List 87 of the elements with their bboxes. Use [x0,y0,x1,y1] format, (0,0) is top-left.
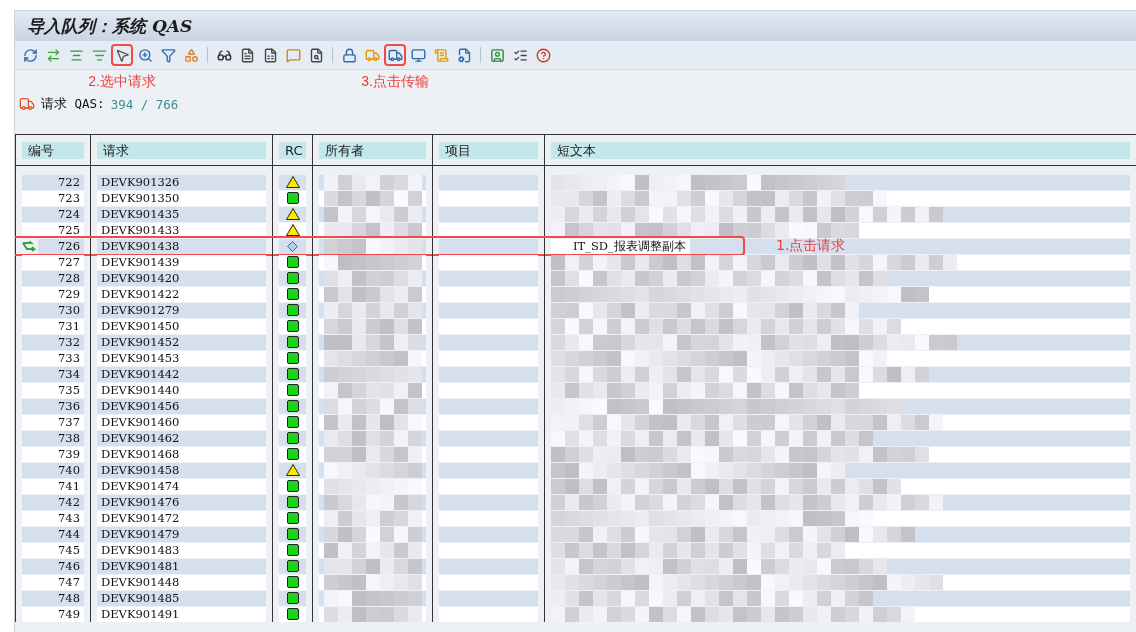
request-cell[interactable]: DEVK901481 [97,558,266,574]
request-cell[interactable]: DEVK901440 [97,382,266,398]
request-cell[interactable]: DEVK901485 [97,590,266,606]
number-cell: 743 [22,510,84,526]
request-cell[interactable]: DEVK901438 [97,238,266,254]
short-text-cell: IT_SD_报表调整副本 [551,238,690,254]
number-cell: 731 [22,318,84,334]
funnel-icon [160,47,176,63]
truck-icon [387,47,403,63]
request-cell[interactable]: DEVK901460 [97,414,266,430]
column-header[interactable]: 项目 [439,141,538,159]
user-card-icon [489,47,505,63]
callout-label: 2.选中请求 [88,73,156,91]
request-cell[interactable]: DEVK901420 [97,270,266,286]
number-cell: 730 [22,302,84,318]
callout-label: 3.点击传输 [361,73,429,91]
monitor-icon [410,47,426,63]
number-cell: 742 [22,494,84,510]
message-icon [285,47,301,63]
shapes-icon [183,47,199,63]
request-cell[interactable]: DEVK901422 [97,286,266,302]
number-cell: 723 [22,190,84,206]
truck-icon [364,47,380,63]
refresh-icon [22,47,38,63]
request-cell[interactable]: DEVK901453 [97,350,266,366]
align-icon [68,47,84,63]
request-cell[interactable]: DEVK901450 [97,318,266,334]
cursor-icon [114,47,130,63]
column-header[interactable]: 短文本 [551,141,1130,159]
zoom-icon [137,47,153,63]
number-cell: 735 [22,382,84,398]
number-cell: 749 [22,606,84,622]
column-header[interactable]: 请求 [97,141,266,159]
request-cell[interactable]: DEVK901435 [97,206,266,222]
arrows-icon [45,47,61,63]
request-cell[interactable]: DEVK901483 [97,542,266,558]
number-cell: 740 [22,462,84,478]
request-cell[interactable]: DEVK901468 [97,446,266,462]
window-title: 导入队列：系统 QAS [27,14,193,38]
filter-lines-icon [91,47,107,63]
request-cell[interactable]: DEVK901491 [97,606,266,622]
request-cell[interactable]: DEVK901452 [97,334,266,350]
column-header[interactable]: 编号 [22,141,84,159]
request-cell[interactable]: DEVK901279 [97,302,266,318]
number-cell: 728 [22,270,84,286]
request-cell[interactable]: DEVK901458 [97,462,266,478]
number-cell: 733 [22,350,84,366]
request-cell[interactable]: DEVK901479 [97,526,266,542]
number-cell: 744 [22,526,84,542]
number-cell: 726 [38,238,84,254]
request-count: 394 / 766 [110,96,179,112]
callout-label: 1.点击请求 [776,237,846,255]
number-cell: 724 [22,206,84,222]
request-cell[interactable]: DEVK901476 [97,494,266,510]
truck-icon [19,96,35,112]
number-cell: 737 [22,414,84,430]
number-cell: 738 [22,430,84,446]
number-cell: 729 [22,286,84,302]
number-cell: 748 [22,590,84,606]
scroll-icon [433,47,449,63]
column-header[interactable]: 所有者 [319,141,426,159]
number-cell: 747 [22,574,84,590]
document-gear-icon [456,47,472,63]
request-cell[interactable]: DEVK901442 [97,366,266,382]
checklist-icon [512,47,528,63]
document-icon [239,47,255,63]
request-cell[interactable]: DEVK901448 [97,574,266,590]
request-cell[interactable]: DEVK901456 [97,398,266,414]
request-cell[interactable]: DEVK901326 [97,174,266,190]
help-icon [535,47,551,63]
status-label: 请求 QAS: [41,95,105,113]
request-cell[interactable]: DEVK901462 [97,430,266,446]
sheet-icon [262,47,278,63]
number-cell: 734 [22,366,84,382]
number-cell: 732 [22,334,84,350]
lock-icon [341,47,357,63]
number-cell: 739 [22,446,84,462]
number-cell: 746 [22,558,84,574]
number-cell: 722 [22,174,84,190]
document-search-icon [308,47,324,63]
number-cell: 745 [22,542,84,558]
request-cell[interactable]: DEVK901472 [97,510,266,526]
number-cell: 736 [22,398,84,414]
column-header[interactable]: RC [279,141,306,159]
number-cell: 741 [22,478,84,494]
request-cell[interactable]: DEVK901350 [97,190,266,206]
request-cell[interactable]: DEVK901474 [97,478,266,494]
